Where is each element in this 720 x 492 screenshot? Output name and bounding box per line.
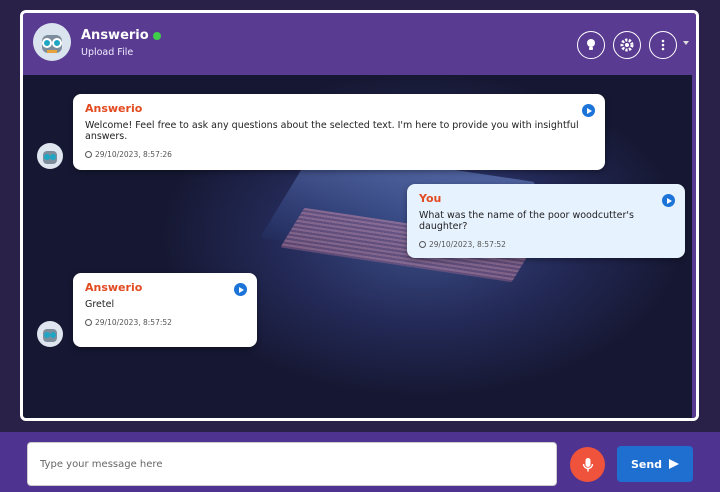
chat-header: Answerio Upload File [23,13,696,75]
gear-icon [620,38,634,52]
message-sender: Answerio [85,102,143,115]
alarm-clock-icon [85,319,92,326]
message-input[interactable] [27,442,557,486]
bot-avatar-small [37,321,63,347]
alarm-clock-icon [85,151,92,158]
message-bubble: Answerio Gretel 29/10/2023, 8:57:52 [73,273,257,347]
more-options-button[interactable] [649,31,677,59]
play-audio-button[interactable] [662,194,675,207]
message-bubble: Answerio Welcome! Feel free to ask any q… [73,94,605,170]
message-timestamp: 29/10/2023, 8:57:26 [95,150,172,159]
bot-avatar [33,23,71,61]
send-label: Send [630,457,663,471]
message-sender: You [419,192,442,205]
chevron-down-icon[interactable] [683,41,689,45]
message-sender: Answerio [85,281,143,294]
microphone-button[interactable] [570,447,605,482]
message-text: What was the name of the poor woodcutter… [419,210,634,232]
message-bubble-user: You What was the name of the poor woodcu… [407,184,685,258]
send-button[interactable]: Send [617,446,693,482]
play-audio-button[interactable] [234,283,247,296]
send-arrow-icon [669,459,680,469]
play-audio-button[interactable] [582,104,595,117]
alarm-clock-icon [419,241,426,248]
app-title: Answerio [81,28,149,43]
microphone-icon [582,457,593,471]
message-text: Welcome! Feel free to ask any questions … [85,120,579,142]
composer-bar: Send [0,432,720,492]
online-status-dot [152,31,161,40]
lightbulb-icon [587,39,595,50]
message-text: Gretel [85,299,115,310]
message-timestamp: 29/10/2023, 8:57:52 [95,318,172,327]
lightbulb-button[interactable] [577,31,605,59]
bot-avatar-small [37,143,63,169]
scrollbar[interactable] [692,75,696,418]
settings-button[interactable] [613,31,641,59]
more-vertical-icon [661,39,665,51]
chat-window: Answerio Upload File Answerio Welcome! F… [20,10,699,421]
message-list[interactable]: Answerio Welcome! Feel free to ask any q… [23,75,696,418]
upload-file-link[interactable]: Upload File [81,47,161,58]
message-timestamp: 29/10/2023, 8:57:52 [429,240,506,249]
